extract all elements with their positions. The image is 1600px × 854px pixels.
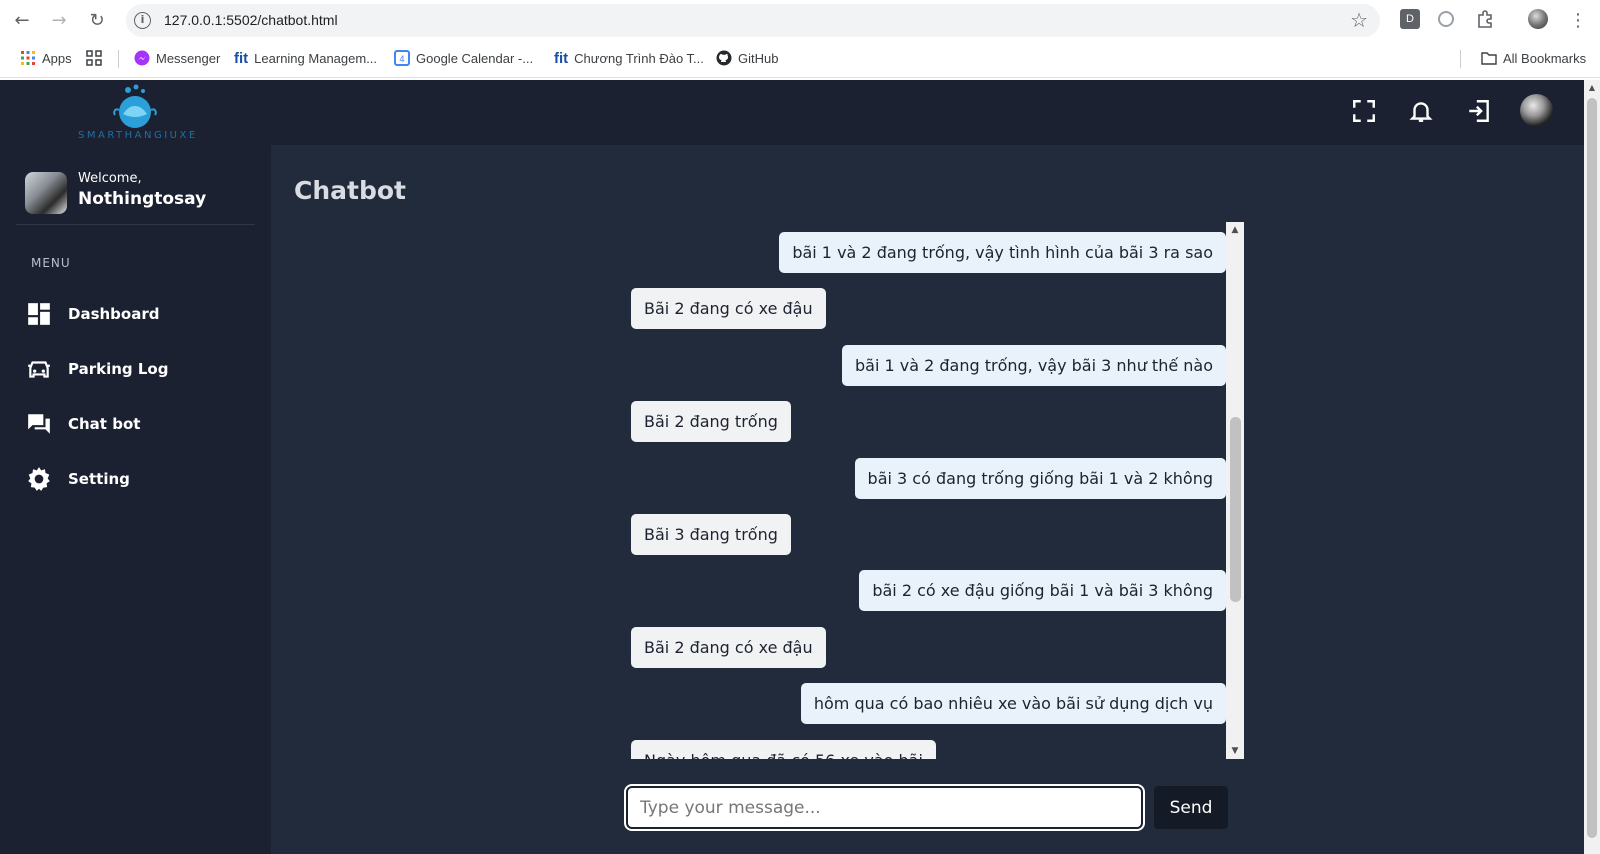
car-icon: [28, 361, 50, 378]
messenger-icon: [134, 50, 150, 66]
dashboard-icon: [28, 303, 50, 325]
logo-mark-icon: [113, 84, 157, 128]
chat-scrollbar[interactable]: ▲ ▼: [1226, 222, 1244, 759]
scroll-down-icon[interactable]: ▼: [1226, 743, 1244, 759]
sidebar-item-label: Setting: [68, 470, 130, 488]
url-text[interactable]: 127.0.0.1:5502/chatbot.html: [164, 12, 338, 28]
bookmark-github[interactable]: GitHub: [716, 50, 778, 66]
gear-icon: [28, 467, 50, 491]
extensions-puzzle-icon[interactable]: [1475, 9, 1495, 29]
logout-icon[interactable]: [1463, 95, 1495, 127]
sidebar-item-setting[interactable]: Setting: [26, 459, 256, 499]
fit-logo-icon: fit: [554, 50, 569, 67]
send-button[interactable]: Send: [1154, 786, 1228, 829]
user-message: bãi 2 có xe đậu giống bãi 1 và bãi 3 khô…: [859, 570, 1226, 611]
sidebar-item-label: Dashboard: [68, 305, 160, 323]
bot-message: Ngày hôm qua đã có 56 xe vào bãi: [631, 740, 936, 759]
page-title: Chatbot: [294, 176, 406, 205]
bot-message: Bãi 3 đang trống: [631, 514, 791, 555]
sidebar-item-label: Parking Log: [68, 360, 169, 378]
bookmark-apps[interactable]: Apps: [20, 50, 72, 66]
bell-icon[interactable]: [1405, 95, 1437, 127]
bot-message: Bãi 2 đang trống: [631, 401, 791, 442]
browser-menu-icon[interactable]: ⋮: [1566, 8, 1590, 32]
fullscreen-icon[interactable]: [1348, 95, 1380, 127]
bookmark-label: GitHub: [738, 50, 779, 66]
page-scrollbar[interactable]: ▲: [1584, 80, 1600, 854]
extension-d-icon[interactable]: D: [1400, 9, 1420, 29]
all-bookmarks-label: All Bookmarks: [1503, 50, 1587, 66]
bookmark-grid[interactable]: [86, 50, 102, 66]
avatar[interactable]: [1520, 94, 1553, 127]
scroll-thumb[interactable]: [1230, 417, 1241, 602]
sidebar-item-parking-log[interactable]: Parking Log: [26, 349, 256, 389]
bookmark-star-icon[interactable]: ☆: [1350, 8, 1368, 32]
bot-message: Bãi 2 đang có xe đậu: [631, 627, 826, 668]
user-message: bãi 1 và 2 đang trống, vậy bãi 3 như thế…: [841, 345, 1226, 386]
bookmark-label: Apps: [42, 50, 72, 66]
bookmark-chuong-trinh[interactable]: fit Chương Trình Đào T...: [554, 50, 704, 67]
bookmark-divider: [118, 50, 119, 68]
grid-squares-icon: [86, 50, 102, 66]
sidebar-item-chat-bot[interactable]: Chat bot: [26, 404, 256, 444]
bookmark-google-calendar[interactable]: 4 Google Calendar -...: [394, 50, 533, 66]
folder-icon: [1481, 50, 1497, 66]
sidebar-item-dashboard[interactable]: Dashboard: [26, 294, 256, 334]
bookmark-label: Messenger: [156, 50, 221, 66]
sidebar: SMARTHANGIUXE Welcome, Nothingtosay MENU…: [0, 80, 271, 854]
sidebar-item-label: Chat bot: [68, 415, 141, 433]
bot-message: Bãi 2 đang có xe đậu: [631, 288, 826, 329]
address-bar[interactable]: i 127.0.0.1:5502/chatbot.html ☆: [126, 4, 1380, 37]
bookmark-divider: [1460, 50, 1461, 68]
user-message: bãi 1 và 2 đang trống, vậy tình hình của…: [779, 232, 1226, 273]
brand-logo-text: SMARTHANGIUXE: [78, 130, 198, 141]
github-icon: [716, 50, 732, 66]
avatar: [25, 172, 67, 214]
message-input[interactable]: [624, 784, 1145, 831]
app-root: SMARTHANGIUXE Welcome, Nothingtosay MENU…: [0, 80, 1584, 854]
apps-grid-icon: [20, 50, 36, 66]
forward-icon[interactable]: →: [47, 8, 71, 32]
username: Nothingtosay: [78, 189, 207, 209]
bookmark-label: Google Calendar -...: [416, 50, 534, 66]
bookmark-label: Learning Managem...: [254, 50, 378, 66]
chat-icon: [28, 414, 50, 434]
bookmark-label: Chương Trình Đào T...: [574, 50, 704, 66]
bookmarks-bar: Apps Messenger fit Learning Managem... 4…: [0, 40, 1600, 78]
bookmark-messenger[interactable]: Messenger: [134, 50, 220, 66]
menu-heading: MENU: [31, 256, 71, 270]
bookmark-learning-management[interactable]: fit Learning Managem...: [234, 50, 378, 67]
extension-s-icon[interactable]: [1436, 9, 1456, 29]
user-profile: Welcome, Nothingtosay: [16, 165, 255, 225]
browser-toolbar: ← → ↻ i 127.0.0.1:5502/chatbot.html ☆ D …: [0, 0, 1600, 40]
scroll-up-icon[interactable]: ▲: [1584, 80, 1600, 96]
svg-text:4: 4: [399, 54, 404, 64]
user-message: bãi 3 có đang trống giống bãi 1 và 2 khô…: [854, 458, 1226, 499]
back-icon[interactable]: ←: [10, 8, 34, 32]
chat-window[interactable]: bãi 1 và 2 đang trống, vậy tình hình của…: [626, 222, 1244, 759]
profile-avatar-icon[interactable]: [1528, 9, 1548, 29]
scroll-thumb[interactable]: [1587, 98, 1597, 838]
reload-icon[interactable]: ↻: [85, 8, 109, 32]
google-calendar-icon: 4: [394, 50, 410, 66]
site-info-icon[interactable]: i: [134, 12, 151, 29]
scroll-up-icon[interactable]: ▲: [1226, 222, 1244, 238]
fit-logo-icon: fit: [234, 50, 249, 67]
brand-logo[interactable]: SMARTHANGIUXE: [78, 82, 198, 146]
message-list[interactable]: bãi 1 và 2 đang trống, vậy tình hình của…: [626, 222, 1226, 759]
all-bookmarks[interactable]: All Bookmarks: [1481, 50, 1586, 66]
user-message: hôm qua có bao nhiêu xe vào bãi sử dụng …: [800, 683, 1226, 724]
welcome-text: Welcome,: [78, 171, 142, 186]
